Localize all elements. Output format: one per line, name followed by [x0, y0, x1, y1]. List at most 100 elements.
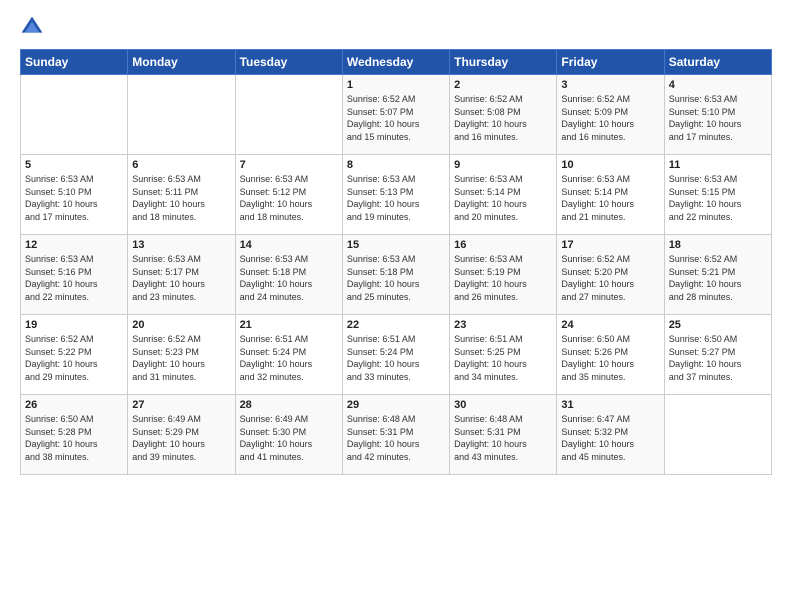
day-number: 8 [347, 159, 445, 171]
calendar-day-cell: 7Sunrise: 6:53 AM Sunset: 5:12 PM Daylig… [235, 155, 342, 235]
day-number: 30 [454, 399, 552, 411]
calendar-week-row: 26 Sunrise: 6:50 AM Sunset: 5:28 PM Dayli… [21, 395, 772, 475]
day-number: 24 [561, 319, 659, 331]
day-number: 16 [454, 239, 552, 251]
day-number: 19 [25, 319, 123, 331]
day-number: 4 [669, 79, 767, 91]
calendar-day-cell: 8 Sunrise: 6:53 AM Sunset: 5:13 PM Daylig… [342, 155, 449, 235]
day-number: 27 [132, 399, 230, 411]
calendar-day-cell [128, 75, 235, 155]
calendar-week-row: 19 Sunrise: 6:52 AM Sunset: 5:22 PM Dayli… [21, 315, 772, 395]
calendar-day-cell: 5 Sunrise: 6:53 AM Sunset: 5:10 PM Daylig… [21, 155, 128, 235]
day-number: 13 [132, 239, 230, 251]
calendar-week-row: 5 Sunrise: 6:53 AM Sunset: 5:10 PM Daylig… [21, 155, 772, 235]
day-info: Sunrise: 6:47 AM Sunset: 5:32 PM Dayligh… [561, 413, 659, 463]
day-info: Sunrise: 6:53 AM Sunset: 5:17 PM Dayligh… [132, 253, 230, 303]
weekday-header: Saturday [664, 50, 771, 75]
weekday-header: Friday [557, 50, 664, 75]
day-info: Sunrise: 6:53 AM Sunset: 5:10 PM Dayligh… [669, 93, 767, 143]
calendar-day-cell: 23 Sunrise: 6:51 AM Sunset: 5:25 PM Dayli… [450, 315, 557, 395]
calendar-week-row: 1 Sunrise: 6:52 AM Sunset: 5:07 PM Daylig… [21, 75, 772, 155]
calendar-day-cell: 11 Sunrise: 6:53 AM Sunset: 5:15 PM Dayli… [664, 155, 771, 235]
calendar-day-cell: 26 Sunrise: 6:50 AM Sunset: 5:28 PM Dayli… [21, 395, 128, 475]
calendar-day-cell: 29 Sunrise: 6:48 AM Sunset: 5:31 PM Dayli… [342, 395, 449, 475]
day-info: Sunrise: 6:52 AM Sunset: 5:22 PM Dayligh… [25, 333, 123, 383]
day-number: 23 [454, 319, 552, 331]
day-info: Sunrise: 6:51 AM Sunset: 5:24 PM Dayligh… [347, 333, 445, 383]
day-info: Sunrise: 6:53 AM Sunset: 5:14 PM Dayligh… [561, 173, 659, 223]
calendar-day-cell: 13 Sunrise: 6:53 AM Sunset: 5:17 PM Dayli… [128, 235, 235, 315]
calendar-day-cell: 22Sunrise: 6:51 AM Sunset: 5:24 PM Dayli… [342, 315, 449, 395]
logo [20, 15, 48, 39]
calendar-day-cell: 16 Sunrise: 6:53 AM Sunset: 5:19 PM Dayli… [450, 235, 557, 315]
calendar-day-cell [664, 395, 771, 475]
day-number: 2 [454, 79, 552, 91]
calendar-day-cell: 31 Sunrise: 6:47 AM Sunset: 5:32 PM Dayli… [557, 395, 664, 475]
day-info: Sunrise: 6:50 AM Sunset: 5:28 PM Dayligh… [25, 413, 123, 463]
header [20, 15, 772, 39]
day-number: 29 [347, 399, 445, 411]
day-info: Sunrise: 6:52 AM Sunset: 5:09 PM Dayligh… [561, 93, 659, 143]
day-number: 7 [240, 159, 338, 171]
calendar-day-cell: 19 Sunrise: 6:52 AM Sunset: 5:22 PM Dayli… [21, 315, 128, 395]
calendar-table: SundayMondayTuesdayWednesdayThursdayFrid… [20, 49, 772, 475]
day-info: Sunrise: 6:52 AM Sunset: 5:20 PM Dayligh… [561, 253, 659, 303]
day-info: Sunrise: 6:53 AM Sunset: 5:14 PM Dayligh… [454, 173, 552, 223]
calendar-week-row: 12Sunrise: 6:53 AM Sunset: 5:16 PM Dayli… [21, 235, 772, 315]
day-number: 1 [347, 79, 445, 91]
day-info: Sunrise: 6:53 AM Sunset: 5:13 PM Dayligh… [347, 173, 445, 223]
weekday-header: Tuesday [235, 50, 342, 75]
day-info: Sunrise: 6:53 AM Sunset: 5:10 PM Dayligh… [25, 173, 123, 223]
calendar-day-cell: 27 Sunrise: 6:49 AM Sunset: 5:29 PM Dayli… [128, 395, 235, 475]
calendar-day-cell: 24 Sunrise: 6:50 AM Sunset: 5:26 PM Dayli… [557, 315, 664, 395]
calendar-day-cell: 25Sunrise: 6:50 AM Sunset: 5:27 PM Dayli… [664, 315, 771, 395]
calendar-day-cell: 15 Sunrise: 6:53 AM Sunset: 5:18 PM Dayli… [342, 235, 449, 315]
day-info: Sunrise: 6:52 AM Sunset: 5:08 PM Dayligh… [454, 93, 552, 143]
calendar-day-cell: 1 Sunrise: 6:52 AM Sunset: 5:07 PM Daylig… [342, 75, 449, 155]
day-number: 31 [561, 399, 659, 411]
calendar-day-cell: 9Sunrise: 6:53 AM Sunset: 5:14 PM Daylig… [450, 155, 557, 235]
day-info: Sunrise: 6:52 AM Sunset: 5:07 PM Dayligh… [347, 93, 445, 143]
day-number: 17 [561, 239, 659, 251]
calendar-day-cell: 10 Sunrise: 6:53 AM Sunset: 5:14 PM Dayli… [557, 155, 664, 235]
day-info: Sunrise: 6:48 AM Sunset: 5:31 PM Dayligh… [347, 413, 445, 463]
day-info: Sunrise: 6:52 AM Sunset: 5:23 PM Dayligh… [132, 333, 230, 383]
day-info: Sunrise: 6:49 AM Sunset: 5:29 PM Dayligh… [132, 413, 230, 463]
calendar-day-cell: 4 Sunrise: 6:53 AM Sunset: 5:10 PM Daylig… [664, 75, 771, 155]
day-info: Sunrise: 6:53 AM Sunset: 5:18 PM Dayligh… [347, 253, 445, 303]
page: SundayMondayTuesdayWednesdayThursdayFrid… [0, 0, 792, 612]
calendar-header-row: SundayMondayTuesdayWednesdayThursdayFrid… [21, 50, 772, 75]
day-number: 6 [132, 159, 230, 171]
day-info: Sunrise: 6:50 AM Sunset: 5:26 PM Dayligh… [561, 333, 659, 383]
day-info: Sunrise: 6:53 AM Sunset: 5:11 PM Dayligh… [132, 173, 230, 223]
calendar-day-cell: 12Sunrise: 6:53 AM Sunset: 5:16 PM Dayli… [21, 235, 128, 315]
day-info: Sunrise: 6:52 AM Sunset: 5:21 PM Dayligh… [669, 253, 767, 303]
day-info: Sunrise: 6:53 AM Sunset: 5:15 PM Dayligh… [669, 173, 767, 223]
day-number: 15 [347, 239, 445, 251]
day-number: 28 [240, 399, 338, 411]
calendar-day-cell: 17 Sunrise: 6:52 AM Sunset: 5:20 PM Dayli… [557, 235, 664, 315]
calendar-day-cell: 2 Sunrise: 6:52 AM Sunset: 5:08 PM Daylig… [450, 75, 557, 155]
day-number: 20 [132, 319, 230, 331]
calendar-day-cell: 18Sunrise: 6:52 AM Sunset: 5:21 PM Dayli… [664, 235, 771, 315]
calendar-day-cell: 21Sunrise: 6:51 AM Sunset: 5:24 PM Dayli… [235, 315, 342, 395]
calendar-day-cell: 28 Sunrise: 6:49 AM Sunset: 5:30 PM Dayli… [235, 395, 342, 475]
calendar-day-cell [21, 75, 128, 155]
day-info: Sunrise: 6:53 AM Sunset: 5:18 PM Dayligh… [240, 253, 338, 303]
day-info: Sunrise: 6:50 AM Sunset: 5:27 PM Dayligh… [669, 333, 767, 383]
weekday-header: Wednesday [342, 50, 449, 75]
calendar-day-cell: 3Sunrise: 6:52 AM Sunset: 5:09 PM Daylig… [557, 75, 664, 155]
day-number: 5 [25, 159, 123, 171]
day-info: Sunrise: 6:53 AM Sunset: 5:19 PM Dayligh… [454, 253, 552, 303]
day-number: 11 [669, 159, 767, 171]
day-info: Sunrise: 6:51 AM Sunset: 5:25 PM Dayligh… [454, 333, 552, 383]
day-number: 14 [240, 239, 338, 251]
calendar-day-cell: 30Sunrise: 6:48 AM Sunset: 5:31 PM Dayli… [450, 395, 557, 475]
day-number: 10 [561, 159, 659, 171]
calendar-day-cell: 6 Sunrise: 6:53 AM Sunset: 5:11 PM Daylig… [128, 155, 235, 235]
weekday-header: Thursday [450, 50, 557, 75]
day-info: Sunrise: 6:49 AM Sunset: 5:30 PM Dayligh… [240, 413, 338, 463]
day-number: 26 [25, 399, 123, 411]
day-number: 21 [240, 319, 338, 331]
calendar-day-cell: 20 Sunrise: 6:52 AM Sunset: 5:23 PM Dayli… [128, 315, 235, 395]
